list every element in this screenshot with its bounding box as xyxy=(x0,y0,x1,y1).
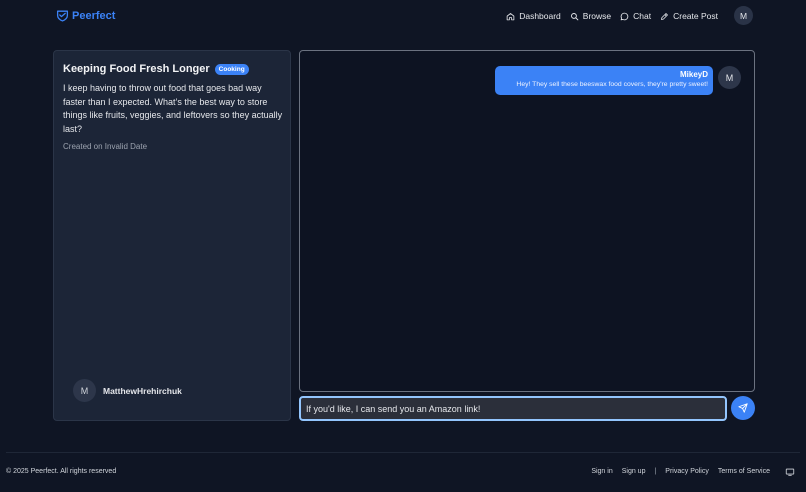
nav-dashboard[interactable]: Dashboard xyxy=(506,7,561,25)
post-title: Keeping Food Fresh Longer xyxy=(63,63,210,75)
nav-chat-label: Chat xyxy=(633,11,652,21)
home-icon xyxy=(506,12,515,20)
top-nav-bar: Peerfect Dashboard Browse Chat Create Po… xyxy=(0,0,806,32)
chat-message-input[interactable] xyxy=(299,396,727,421)
chat-message-bubble: MikeyD Hey! They sell these beeswax food… xyxy=(495,66,713,95)
display-mode-icon[interactable] xyxy=(785,467,795,477)
chat-bubble-icon xyxy=(620,12,629,20)
footer-privacy-link[interactable]: Privacy Policy xyxy=(665,468,709,475)
main-nav: Dashboard Browse Chat Create Post xyxy=(506,7,718,25)
post-panel: Keeping Food Fresh Longer Cooking I keep… xyxy=(53,50,291,421)
nav-dashboard-label: Dashboard xyxy=(519,11,561,21)
post-date: Created on Invalid Date xyxy=(63,142,148,151)
chat-message-text: Hey! They sell these beeswax food covers… xyxy=(516,81,708,88)
pencil-icon xyxy=(661,12,669,20)
send-icon xyxy=(738,403,748,413)
search-icon xyxy=(570,12,579,20)
post-author: M MatthewHrehirchuk xyxy=(73,379,182,402)
nav-chat[interactable]: Chat xyxy=(620,7,651,25)
chat-message-username: MikeyD xyxy=(679,70,708,79)
send-message-button[interactable] xyxy=(731,396,755,420)
brand-name: Peerfect xyxy=(72,9,116,22)
nav-browse-label: Browse xyxy=(582,11,612,21)
shield-logo-icon xyxy=(56,10,69,22)
nav-create-post-label: Create Post xyxy=(673,11,718,21)
chat-message-avatar: M xyxy=(718,66,741,89)
footer-copyright: © 2025 Peerfect. All rights reserved xyxy=(6,468,117,475)
author-name: MatthewHrehirchuk xyxy=(103,385,182,396)
nav-browse[interactable]: Browse xyxy=(570,7,611,25)
footer-terms-link[interactable]: Terms of Service xyxy=(718,468,770,475)
category-tag: Cooking xyxy=(214,63,249,75)
nav-create-post[interactable]: Create Post xyxy=(660,7,718,25)
author-avatar: M xyxy=(73,379,96,402)
post-header: Keeping Food Fresh Longer Cooking xyxy=(63,63,249,75)
brand-logo-link[interactable]: Peerfect xyxy=(56,9,115,22)
footer-separator: | xyxy=(654,468,657,475)
user-avatar-button[interactable]: M xyxy=(734,6,753,25)
footer-sign-in-link[interactable]: Sign in xyxy=(591,468,612,475)
post-body: I keep having to throw out food that goe… xyxy=(63,83,283,135)
footer-links: Sign in Sign up | Privacy Policy Terms o… xyxy=(591,468,770,475)
footer-divider xyxy=(6,452,800,453)
footer-sign-up-link[interactable]: Sign up xyxy=(622,468,646,475)
chat-message-panel[interactable]: MikeyD Hey! They sell these beeswax food… xyxy=(299,50,755,392)
